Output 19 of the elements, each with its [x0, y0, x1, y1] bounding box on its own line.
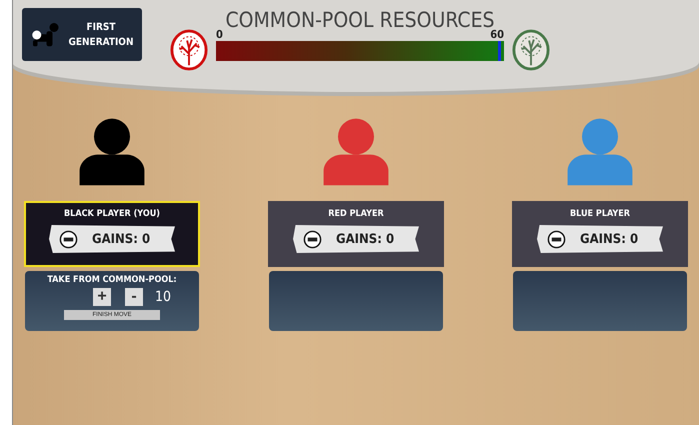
player-name: BLACK PLAYER (YOU) [64, 209, 160, 219]
tree-icon [512, 29, 550, 71]
gains-text: GAINS: 0 [336, 232, 394, 246]
take-amount: 10 [154, 289, 172, 305]
minus-button[interactable]: - [124, 288, 143, 306]
coin-icon [303, 230, 322, 248]
gains-text: GAINS: 0 [92, 232, 150, 246]
coin-icon [547, 230, 566, 248]
crawling-baby-icon [30, 22, 60, 48]
take-label: TAKE FROM COMMON-POOL: [47, 275, 177, 285]
min-label: 0 [216, 28, 223, 41]
coin-icon [59, 230, 78, 248]
tree-icon [170, 29, 208, 71]
generation-title: FIRST GENERATION [68, 20, 134, 50]
player-name: RED PLAYER [328, 209, 384, 219]
gains-text: GAINS: 0 [580, 232, 638, 246]
plus-button[interactable]: + [92, 288, 111, 306]
player-name: BLUE PLAYER [570, 209, 630, 219]
max-label: 60 [490, 28, 504, 41]
